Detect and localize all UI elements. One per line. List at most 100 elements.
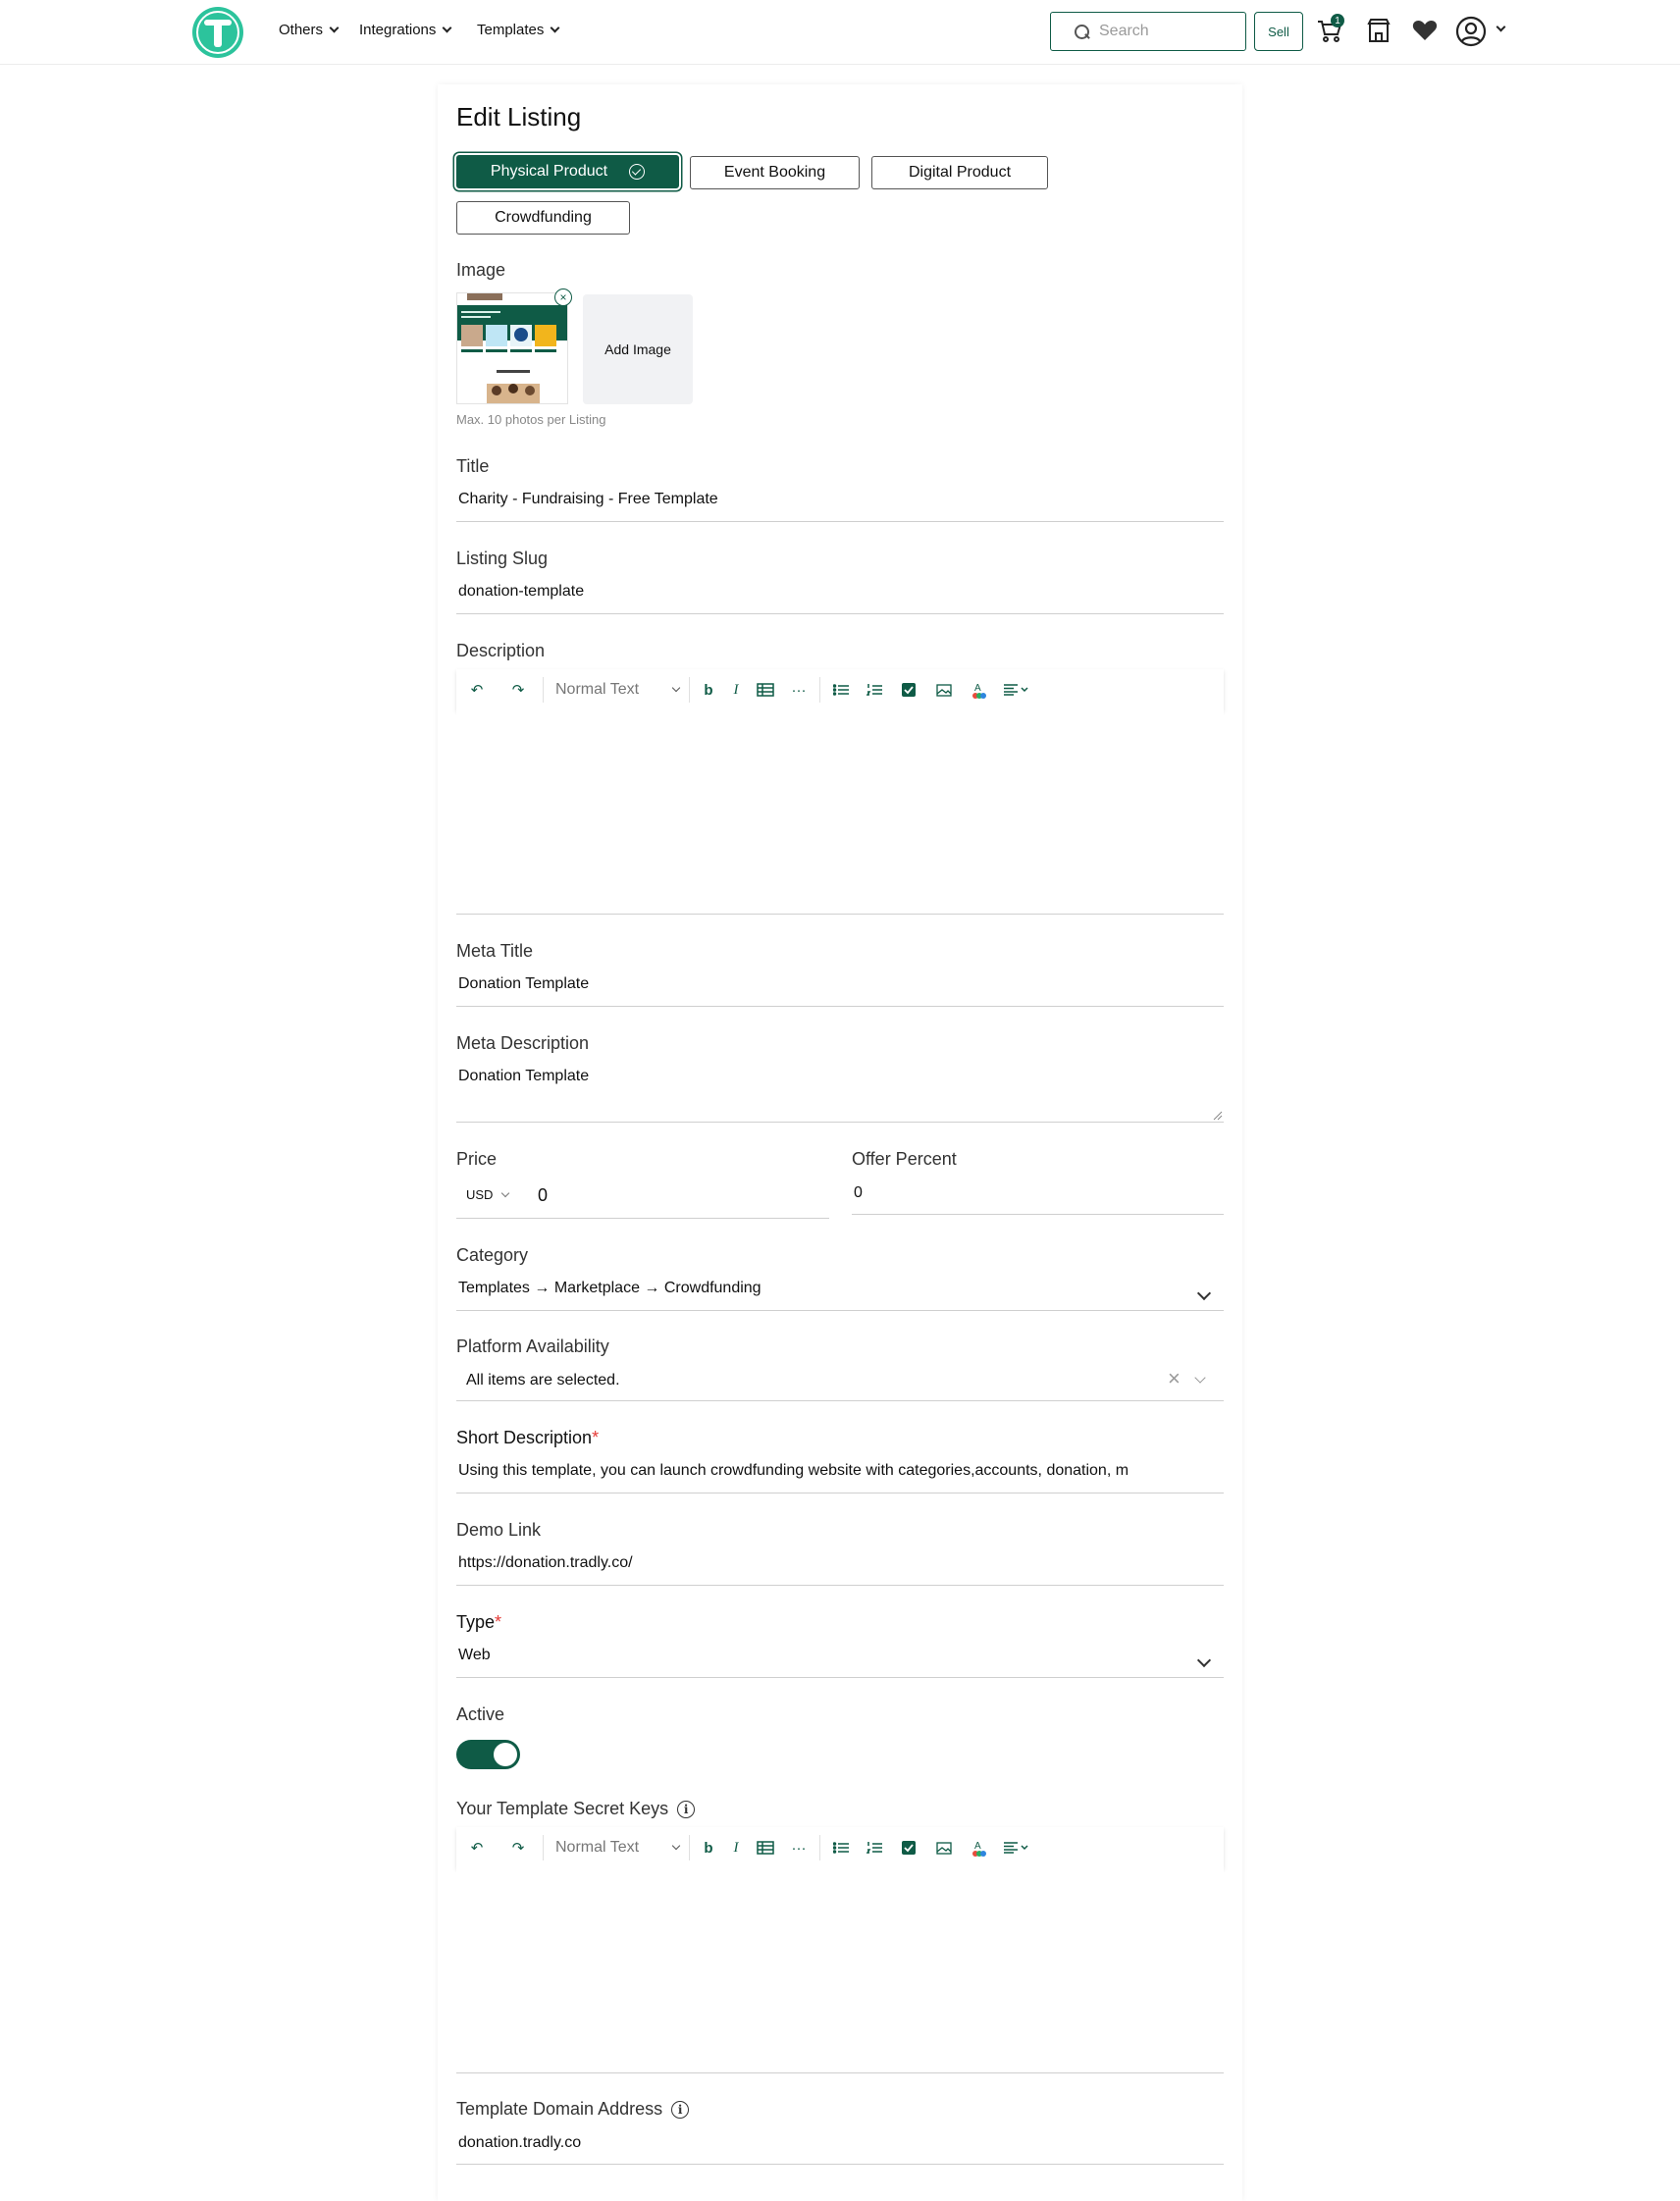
undo-icon[interactable]: ↶ xyxy=(456,669,498,710)
offer-percent-underline xyxy=(852,1214,1224,1215)
description-editor[interactable] xyxy=(456,710,1224,915)
type-event-booking[interactable]: Event Booking xyxy=(690,156,860,189)
currency-select[interactable]: USD xyxy=(466,1187,510,1202)
add-image-button[interactable]: Add Image xyxy=(583,294,693,404)
offer-percent-input[interactable]: 0 xyxy=(854,1184,863,1202)
chevron-down-icon xyxy=(1496,22,1506,32)
meta-title-input[interactable]: Donation Template xyxy=(458,975,589,993)
domain-label: Template Domain Address i xyxy=(456,2099,690,2120)
page-title: Edit Listing xyxy=(456,102,582,131)
meta-description-textarea[interactable]: Donation Template xyxy=(458,1068,589,1085)
chevron-down-icon xyxy=(671,683,681,693)
chevron-down-icon xyxy=(671,1841,681,1851)
clear-icon[interactable]: × xyxy=(1168,1368,1181,1389)
platform-availability-label: Platform Availability xyxy=(456,1336,609,1356)
domain-input[interactable]: donation.tradly.co xyxy=(458,2134,581,2152)
italic-icon[interactable]: I xyxy=(723,1827,749,1868)
image-icon[interactable] xyxy=(926,669,962,710)
secret-keys-editor[interactable] xyxy=(456,1868,1224,2073)
store-icon[interactable] xyxy=(1364,16,1395,47)
search-box[interactable] xyxy=(1050,12,1246,51)
text-color-icon[interactable]: A xyxy=(962,669,997,710)
top-header: Others Integrations Templates Sell 1 xyxy=(0,0,1680,65)
toolbar-divider xyxy=(689,1835,690,1860)
italic-icon[interactable]: I xyxy=(723,669,749,710)
block-style-select[interactable]: Normal Text xyxy=(548,669,685,710)
nav-others[interactable]: Others xyxy=(279,22,340,38)
redo-icon[interactable]: ↷ xyxy=(498,1827,539,1868)
platform-availability-select[interactable]: All items are selected. xyxy=(466,1372,620,1389)
block-style-select[interactable]: Normal Text xyxy=(548,1827,685,1868)
domain-underline xyxy=(456,2164,1224,2165)
check-circle-icon xyxy=(629,164,646,180)
demo-link-input[interactable]: https://donation.tradly.co/ xyxy=(458,1554,633,1572)
checkbox-icon[interactable] xyxy=(891,1827,926,1868)
chevron-down-icon xyxy=(501,1188,510,1197)
type-underline xyxy=(456,1677,1224,1678)
type-crowdfunding[interactable]: Crowdfunding xyxy=(456,201,630,235)
offer-percent-label: Offer Percent xyxy=(852,1149,957,1169)
remove-image-icon[interactable]: × xyxy=(554,288,572,306)
brand-logo-icon[interactable] xyxy=(192,7,243,58)
active-toggle[interactable] xyxy=(456,1740,520,1769)
align-icon[interactable] xyxy=(997,669,1036,710)
category-underline xyxy=(456,1310,1224,1311)
table-icon[interactable] xyxy=(749,1827,782,1868)
demo-link-label: Demo Link xyxy=(456,1520,542,1540)
type-physical-product[interactable]: Physical Product xyxy=(456,155,679,188)
slug-label: Listing Slug xyxy=(456,549,549,568)
search-input[interactable] xyxy=(1099,23,1236,40)
user-menu[interactable] xyxy=(1454,16,1507,47)
table-icon[interactable] xyxy=(749,669,782,710)
toolbar-divider xyxy=(543,1835,544,1860)
type-select[interactable]: Web xyxy=(458,1647,491,1664)
checkbox-icon[interactable] xyxy=(891,669,926,710)
bold-icon[interactable]: b xyxy=(694,1827,723,1868)
demo-link-underline xyxy=(456,1585,1224,1586)
resize-handle-icon[interactable] xyxy=(1213,1111,1223,1121)
active-label: Active xyxy=(456,1704,505,1724)
chevron-down-icon xyxy=(329,23,340,33)
secret-keys-label: Your Template Secret Keys i xyxy=(456,1799,696,1819)
numbered-list-icon[interactable] xyxy=(858,1827,891,1868)
cart-icon[interactable]: 1 xyxy=(1315,14,1346,47)
user-avatar-icon xyxy=(1455,16,1487,47)
listing-image-thumbnail[interactable] xyxy=(456,292,568,404)
meta-title-label: Meta Title xyxy=(456,941,534,961)
price-input[interactable]: 0 xyxy=(538,1185,548,1206)
image-label: Image xyxy=(456,260,506,280)
redo-icon[interactable]: ↷ xyxy=(498,669,539,710)
short-description-underline xyxy=(456,1493,1224,1494)
image-icon[interactable] xyxy=(926,1827,962,1868)
meta-description-underline xyxy=(456,1122,1224,1123)
platform-underline xyxy=(456,1400,1224,1401)
heart-icon[interactable] xyxy=(1410,16,1442,47)
more-icon[interactable]: ··· xyxy=(782,669,815,710)
description-editor-toolbar: ↶ ↷ Normal Text b I ··· A xyxy=(456,669,1224,710)
title-input[interactable]: Charity - Fundraising - Free Template xyxy=(458,491,718,508)
chevron-down-icon xyxy=(442,23,452,33)
bullet-list-icon[interactable] xyxy=(824,669,858,710)
short-description-input[interactable]: Using this template, you can launch crow… xyxy=(458,1462,1224,1480)
bold-icon[interactable]: b xyxy=(694,669,723,710)
numbered-list-icon[interactable] xyxy=(858,669,891,710)
info-icon[interactable]: i xyxy=(671,2101,690,2120)
align-icon[interactable] xyxy=(997,1827,1036,1868)
type-digital-product[interactable]: Digital Product xyxy=(871,156,1048,189)
sell-button[interactable]: Sell xyxy=(1254,12,1303,51)
toolbar-divider xyxy=(819,677,820,703)
text-color-icon[interactable]: A xyxy=(962,1827,997,1868)
chevron-down-icon xyxy=(550,23,560,33)
svg-text:A: A xyxy=(974,683,981,694)
info-icon[interactable]: i xyxy=(677,1801,696,1819)
nav-integrations[interactable]: Integrations xyxy=(359,22,452,38)
toolbar-divider xyxy=(819,1835,820,1860)
nav-templates[interactable]: Templates xyxy=(477,22,560,38)
undo-icon[interactable]: ↶ xyxy=(456,1827,498,1868)
svg-text:A: A xyxy=(974,1841,981,1852)
slug-underline xyxy=(456,613,1224,614)
bullet-list-icon[interactable] xyxy=(824,1827,858,1868)
slug-input[interactable]: donation-template xyxy=(458,583,584,601)
category-select[interactable]: Templates → Marketplace → Crowdfunding xyxy=(458,1280,761,1297)
more-icon[interactable]: ··· xyxy=(782,1827,815,1868)
